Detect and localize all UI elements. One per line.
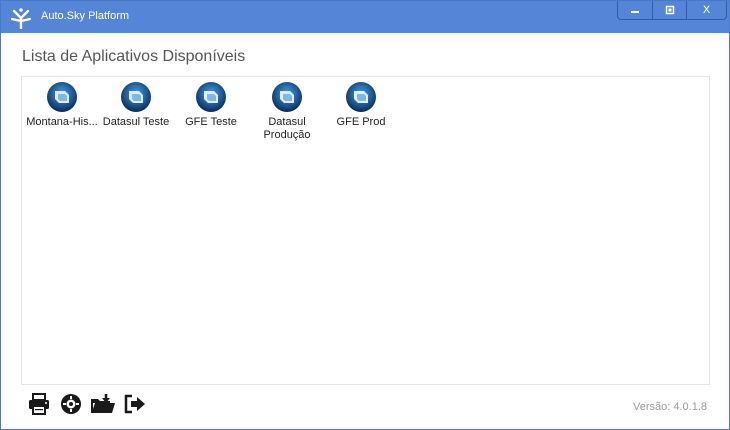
apps-panel: Montana-His... Datasul Teste GFE Teste D… <box>21 76 710 385</box>
app-label: GFE Teste <box>185 116 237 128</box>
app-icon <box>196 82 226 112</box>
app-label: Datasul Teste <box>102 116 170 128</box>
page-title: Lista de Aplicativos Disponíveis <box>22 48 246 65</box>
app-label: GFE Prod <box>336 116 386 128</box>
import-button[interactable] <box>87 391 119 417</box>
sign-out-icon <box>124 394 145 414</box>
print-button[interactable] <box>23 391 55 417</box>
minimize-button[interactable] <box>618 1 652 19</box>
app-item-gfe-prod[interactable]: GFE Prod <box>321 81 401 129</box>
window-controls: X <box>617 1 727 20</box>
autosky-logo-icon <box>10 8 32 29</box>
app-icon <box>121 82 151 112</box>
app-item-montana[interactable]: Montana-His... <box>22 81 102 129</box>
maximize-icon <box>665 5 674 15</box>
app-icon <box>272 82 302 112</box>
maximize-button[interactable] <box>652 1 686 19</box>
settings-button[interactable] <box>55 391 87 417</box>
window-title: Auto.Sky Platform <box>41 10 130 22</box>
app-item-datasul-producao[interactable]: Datasul Produção <box>247 81 327 142</box>
app-label: Montana-His... <box>26 116 98 128</box>
printer-icon <box>29 393 49 415</box>
exit-button[interactable] <box>119 391 151 417</box>
app-item-gfe-teste[interactable]: GFE Teste <box>171 81 251 129</box>
app-icon <box>47 82 77 112</box>
close-button[interactable]: X <box>686 1 726 19</box>
app-label: Datasul Produção <box>263 116 311 141</box>
app-item-datasul-teste[interactable]: Datasul Teste <box>96 81 176 129</box>
folder-download-icon <box>91 394 115 413</box>
app-icon <box>346 82 376 112</box>
bottom-toolbar <box>23 391 151 417</box>
minimize-icon <box>631 11 639 13</box>
app-window: Auto.Sky Platform X Lista de Aplicativos… <box>0 0 730 430</box>
gear-icon <box>61 394 81 414</box>
version-label: Versão: 4.0.1.8 <box>633 401 707 413</box>
title-bar[interactable]: Auto.Sky Platform X <box>1 1 729 33</box>
close-icon: X <box>702 4 711 16</box>
